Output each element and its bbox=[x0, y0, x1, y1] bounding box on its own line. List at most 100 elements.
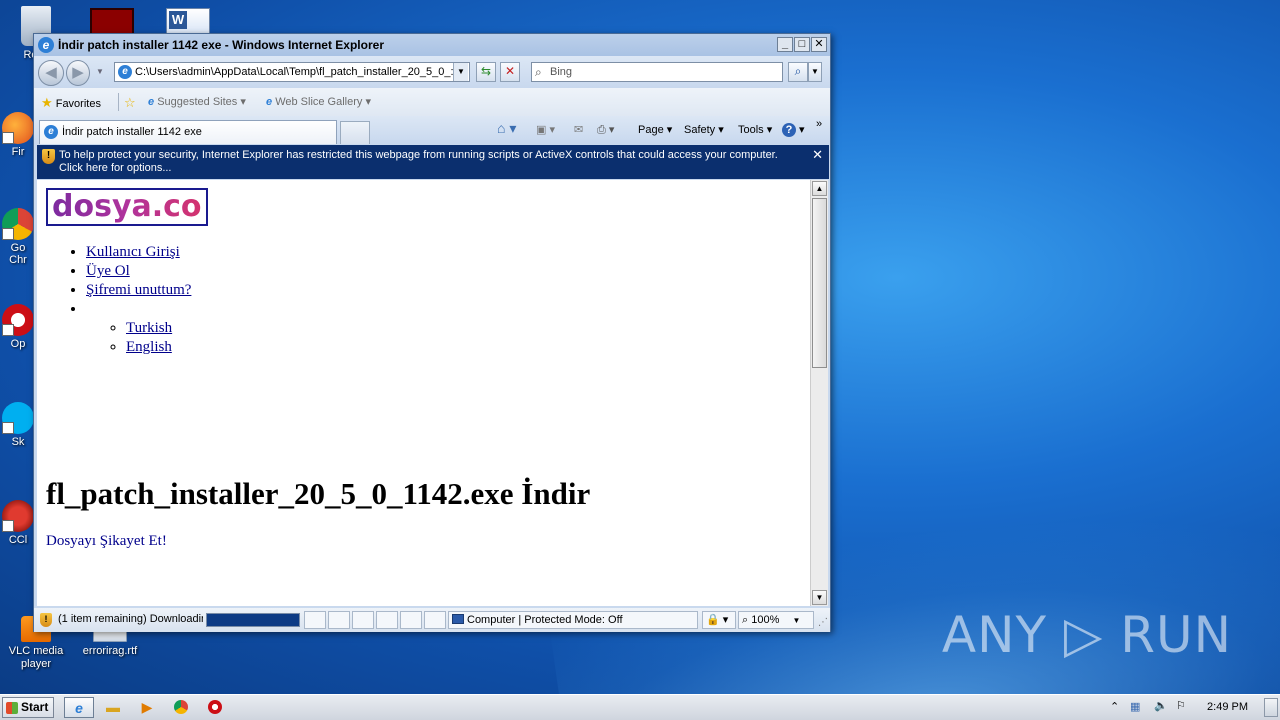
address-text: C:\Users\admin\AppData\Local\Temp\fl_pat… bbox=[135, 66, 454, 78]
search-button[interactable]: ⌕ bbox=[788, 62, 808, 82]
firefox-desktop-icon[interactable]: Fir bbox=[0, 112, 36, 158]
clock[interactable]: 2:49 PM bbox=[1207, 701, 1248, 713]
scroll-thumb[interactable] bbox=[812, 198, 827, 368]
recent-pages-dropdown-icon[interactable]: ▼ bbox=[96, 67, 104, 76]
safety-menu[interactable]: Safety ▾ bbox=[684, 123, 724, 136]
user-menu: Kullanıcı Girişi Üye Ol Şifremi unuttum?… bbox=[86, 243, 191, 357]
page-menu[interactable]: Page ▾ bbox=[638, 123, 672, 136]
ie-page-icon: e bbox=[266, 96, 273, 108]
ccleaner-desktop-icon[interactable]: CCl bbox=[0, 500, 36, 546]
tab-current[interactable]: e İndir patch installer 1142 exe bbox=[39, 120, 337, 144]
page-title: fl_patch_installer_20_5_0_1142.exe İndir bbox=[46, 476, 591, 511]
close-button[interactable]: ✕ bbox=[811, 37, 827, 52]
opera-icon bbox=[208, 700, 222, 714]
zone-label: Computer | Protected Mode: Off bbox=[467, 614, 623, 626]
forgot-password-link[interactable]: Şifremi unuttum? bbox=[86, 282, 191, 298]
language-item: English bbox=[126, 338, 191, 357]
page-icon: e bbox=[118, 65, 132, 79]
refresh-button[interactable]: ⇆ bbox=[476, 62, 496, 82]
zoom-icon: ⌕ bbox=[742, 614, 749, 626]
language-turkish-link[interactable]: Turkish bbox=[126, 320, 172, 336]
scroll-down-icon[interactable]: ▼ bbox=[812, 590, 827, 605]
resize-grip-icon[interactable]: ⋰ bbox=[818, 617, 828, 628]
zoom-control[interactable]: ⌕ 100% ▼ bbox=[738, 611, 814, 629]
download-progress-bar bbox=[206, 613, 300, 627]
menu-item: Kullanıcı Girişi bbox=[86, 243, 191, 262]
stop-button[interactable]: ✕ bbox=[500, 62, 520, 82]
more-commands-icon[interactable]: » bbox=[816, 118, 822, 130]
search-icon: ⌕ bbox=[535, 65, 542, 79]
search-options-dropdown[interactable]: ▼ bbox=[808, 62, 822, 82]
ie-window: e İndir patch installer 1142 exe - Windo… bbox=[33, 33, 831, 632]
search-placeholder: Bing bbox=[550, 66, 573, 78]
maximize-button[interactable]: □ bbox=[794, 37, 810, 52]
status-cell bbox=[424, 611, 446, 629]
vertical-scrollbar[interactable]: ▲ ▼ bbox=[810, 180, 828, 606]
menu-item: Şifremi unuttum? bbox=[86, 281, 191, 300]
chrome-icon bbox=[174, 700, 188, 714]
desktop-icon-label: Go bbox=[10, 242, 26, 254]
feeds-button[interactable]: ▣ ▾ bbox=[536, 123, 555, 136]
computer-icon bbox=[452, 614, 464, 624]
address-bar[interactable]: e C:\Users\admin\AppData\Local\Temp\fl_p… bbox=[114, 62, 470, 82]
suggested-sites-label: Suggested Sites ▾ bbox=[157, 96, 246, 108]
windows-flag-icon bbox=[6, 702, 18, 714]
favorites-button[interactable]: ★ Favorites bbox=[41, 95, 101, 111]
opera-desktop-icon[interactable]: Op bbox=[0, 304, 36, 350]
volume-icon[interactable]: 🔈 bbox=[1154, 699, 1168, 712]
help-button[interactable]: ? ▾ bbox=[782, 123, 805, 137]
security-infobar[interactable]: ! To help protect your security, Interne… bbox=[37, 145, 829, 179]
register-link[interactable]: Üye Ol bbox=[86, 263, 130, 279]
skype-desktop-icon[interactable]: Sk bbox=[0, 402, 36, 448]
zone-status[interactable]: Computer | Protected Mode: Off bbox=[448, 611, 698, 629]
shield-warning-icon: ! bbox=[42, 149, 55, 164]
desktop-icon-label: Chr bbox=[9, 254, 27, 266]
chrome-icon bbox=[2, 208, 34, 240]
desktop-icon-label: Sk bbox=[11, 436, 25, 448]
pdf-desktop-icon[interactable] bbox=[90, 8, 134, 36]
system-tray: ⌃ ▦ 🔈 ⚐ bbox=[1100, 695, 1280, 720]
language-english-link[interactable]: English bbox=[126, 339, 172, 355]
web-slice-gallery-link[interactable]: e Web Slice Gallery ▾ bbox=[266, 95, 371, 108]
search-input[interactable]: ⌕ Bing bbox=[531, 62, 783, 82]
show-hidden-icons-icon[interactable]: ⌃ bbox=[1110, 700, 1119, 713]
word-desktop-icon[interactable]: W bbox=[166, 8, 210, 36]
read-mail-button[interactable]: ✉ bbox=[574, 123, 583, 136]
print-button[interactable]: ⎙ ▾ bbox=[597, 123, 614, 137]
start-button[interactable]: Start bbox=[2, 697, 54, 718]
download-status-text: (1 item remaining) Downloadin bbox=[58, 613, 203, 625]
action-center-flag-icon[interactable]: ⚐ bbox=[1176, 699, 1186, 712]
chrome-desktop-icon[interactable]: Go Chr bbox=[0, 208, 36, 266]
home-button[interactable]: ⌂ ▾ bbox=[497, 120, 516, 137]
new-tab-button[interactable] bbox=[340, 121, 370, 144]
scroll-up-icon[interactable]: ▲ bbox=[812, 181, 827, 196]
infobar-close-icon[interactable]: ✕ bbox=[812, 148, 823, 161]
desktop-icon-label: CCl bbox=[8, 534, 28, 546]
forward-button[interactable]: ▶ bbox=[66, 60, 90, 86]
ccleaner-icon bbox=[2, 500, 34, 532]
add-to-favorites-icon[interactable]: ☆ bbox=[124, 95, 136, 111]
favorites-star-icon: ★ bbox=[41, 95, 53, 110]
anyrun-watermark: ANY ▷ RUN bbox=[941, 606, 1232, 664]
taskbar-opera-icon[interactable] bbox=[200, 697, 230, 718]
address-dropdown-icon[interactable]: ▼ bbox=[453, 63, 468, 81]
protected-mode-dropdown[interactable]: 🔒 ▾ bbox=[702, 611, 736, 629]
taskbar-ie-icon[interactable]: e bbox=[64, 697, 94, 718]
status-bar: ! (1 item remaining) Downloadin Computer… bbox=[34, 608, 830, 632]
divider bbox=[118, 93, 119, 111]
show-desktop-button[interactable] bbox=[1264, 698, 1278, 717]
tools-menu[interactable]: Tools ▾ bbox=[738, 123, 772, 136]
suggested-sites-link[interactable]: e Suggested Sites ▾ bbox=[148, 95, 246, 108]
language-item: Turkish bbox=[126, 319, 191, 338]
window-titlebar[interactable]: e İndir patch installer 1142 exe - Windo… bbox=[34, 34, 830, 56]
login-link[interactable]: Kullanıcı Girişi bbox=[86, 244, 180, 260]
rtf-desktop-icon[interactable]: errorirag.rtf bbox=[80, 630, 140, 658]
report-file-link[interactable]: Dosyayı Şikayet Et! bbox=[46, 533, 167, 550]
taskbar-explorer-icon[interactable]: ▬ bbox=[98, 697, 128, 718]
taskbar-chrome-icon[interactable] bbox=[166, 697, 196, 718]
back-button[interactable]: ◀ bbox=[38, 60, 64, 86]
minimize-button[interactable]: _ bbox=[777, 37, 793, 52]
network-icon[interactable]: ▦ bbox=[1130, 700, 1140, 713]
site-logo[interactable]: dosya.co bbox=[46, 188, 208, 226]
taskbar-media-player-icon[interactable]: ▶ bbox=[132, 697, 162, 718]
